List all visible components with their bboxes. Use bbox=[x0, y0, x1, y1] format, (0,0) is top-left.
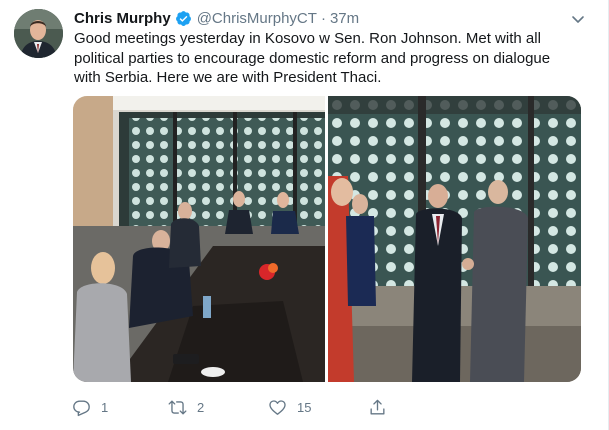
tweet-actions: 1 2 15 bbox=[72, 396, 392, 418]
author-handle[interactable]: @ChrisMurphyCT bbox=[197, 10, 317, 27]
avatar[interactable] bbox=[14, 9, 63, 58]
retweet-button[interactable]: 2 bbox=[168, 396, 204, 418]
reply-count: 1 bbox=[101, 399, 109, 415]
like-count: 15 bbox=[297, 399, 312, 415]
share-button[interactable] bbox=[368, 396, 387, 418]
reply-button[interactable]: 1 bbox=[72, 396, 108, 418]
retweet-count: 2 bbox=[197, 399, 205, 415]
chevron-down-icon[interactable] bbox=[570, 11, 586, 27]
author-name[interactable]: Chris Murphy bbox=[74, 10, 171, 27]
verified-badge-icon bbox=[175, 10, 192, 27]
tweet-card[interactable]: Chris Murphy @ChrisMurphyCT · 37m Good m… bbox=[0, 0, 609, 430]
tweet-text: Good meetings yesterday in Kosovo w Sen.… bbox=[74, 30, 551, 86]
tweet-photo-meeting[interactable] bbox=[73, 96, 325, 382]
tweet-header: Chris Murphy @ChrisMurphyCT · 37m bbox=[74, 8, 359, 28]
tweet-media bbox=[73, 96, 581, 382]
tweet-timestamp[interactable]: 37m bbox=[330, 10, 359, 27]
like-button[interactable]: 15 bbox=[268, 396, 311, 418]
separator-dot: · bbox=[320, 9, 326, 27]
reply-icon bbox=[73, 399, 90, 416]
retweet-icon bbox=[168, 399, 187, 415]
heart-icon bbox=[269, 399, 286, 415]
share-icon bbox=[370, 399, 385, 415]
tweet-photo-handshake[interactable] bbox=[328, 96, 581, 382]
